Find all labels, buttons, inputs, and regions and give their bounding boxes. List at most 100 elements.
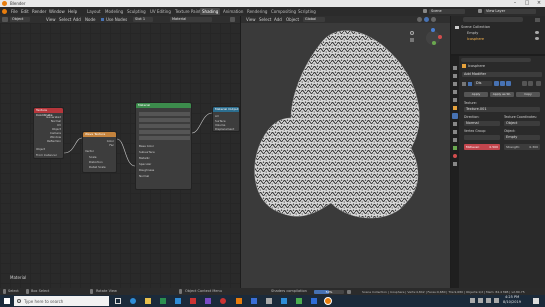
physics-tab-icon[interactable] bbox=[453, 130, 457, 134]
menu-help[interactable]: Help bbox=[68, 9, 77, 14]
constraints-tab-icon[interactable] bbox=[453, 138, 457, 142]
object-field[interactable]: Empty bbox=[504, 135, 540, 140]
modifier-tab-icon[interactable] bbox=[452, 113, 458, 119]
tab-compositing[interactable]: Compositing bbox=[269, 8, 298, 15]
vertex-group-field[interactable] bbox=[464, 135, 500, 140]
shading-solid-icon[interactable] bbox=[417, 17, 422, 22]
app-icon[interactable] bbox=[266, 298, 272, 304]
data-tab-icon[interactable] bbox=[453, 146, 457, 150]
use-nodes-checkbox[interactable] bbox=[101, 18, 104, 21]
scene-selector[interactable]: Scene bbox=[429, 9, 465, 14]
wave-texture-node[interactable]: Wave Texture Color Fac Vector Scale Dist… bbox=[82, 131, 117, 173]
menu-view[interactable]: View bbox=[246, 17, 256, 22]
node-editor[interactable]: Texture Coordinate Generated Normal UV O… bbox=[0, 23, 240, 288]
task-view-icon[interactable] bbox=[115, 298, 121, 304]
menu-add[interactable]: Add bbox=[73, 17, 81, 22]
slot-dropdown[interactable]: Slot 1 bbox=[133, 17, 153, 22]
menu-select[interactable]: Select bbox=[259, 17, 271, 22]
object-mode-dropdown[interactable]: Object bbox=[10, 17, 30, 22]
app-icon[interactable] bbox=[296, 298, 302, 304]
shading-rendered-icon[interactable] bbox=[431, 17, 436, 22]
tool-tab-icon[interactable] bbox=[453, 66, 457, 70]
render-tab-icon[interactable] bbox=[453, 74, 457, 78]
texture-coords-dropdown[interactable]: Object bbox=[504, 121, 540, 126]
app-icon[interactable] bbox=[236, 298, 242, 304]
outliner-item-icosphere[interactable]: Icosphere bbox=[467, 37, 484, 41]
material-output-node[interactable]: Material Output All Surface Volume Displ… bbox=[212, 106, 240, 132]
menu-object[interactable]: Object bbox=[286, 17, 299, 22]
minimize-icon[interactable]: – bbox=[509, 0, 521, 7]
output-tab-icon[interactable] bbox=[453, 82, 457, 86]
clock-time[interactable]: 4:25 PM bbox=[505, 295, 519, 299]
tab-shading[interactable]: Shading bbox=[200, 8, 221, 15]
world-tab-icon[interactable] bbox=[453, 98, 457, 102]
app-icon[interactable] bbox=[220, 298, 226, 304]
object-tab-icon[interactable] bbox=[453, 106, 457, 110]
cancel-icon[interactable] bbox=[347, 290, 351, 294]
tray-icon[interactable] bbox=[470, 298, 475, 303]
file-explorer-icon[interactable] bbox=[145, 298, 151, 304]
material-node[interactable]: Material Base Color Subsurface Metallic … bbox=[135, 102, 192, 190]
tab-layout[interactable]: Layout bbox=[85, 8, 103, 15]
texture-selector[interactable]: Texture.001 bbox=[464, 107, 540, 112]
store-icon[interactable] bbox=[160, 298, 166, 304]
edge-browser-icon[interactable] bbox=[130, 298, 136, 304]
app-icon[interactable] bbox=[281, 298, 287, 304]
scene-tab-icon[interactable] bbox=[453, 90, 457, 94]
app-icon[interactable] bbox=[251, 298, 257, 304]
3d-viewport[interactable] bbox=[241, 23, 450, 288]
copy-button[interactable]: Copy bbox=[516, 92, 540, 97]
material-tab-icon[interactable] bbox=[453, 154, 457, 158]
visibility-icon[interactable] bbox=[535, 31, 539, 34]
move-up-icon[interactable] bbox=[522, 81, 527, 86]
app-icon[interactable] bbox=[311, 298, 317, 304]
particles-tab-icon[interactable] bbox=[453, 122, 457, 126]
axis-y-icon[interactable] bbox=[432, 41, 436, 45]
remove-modifier-icon[interactable] bbox=[536, 81, 541, 86]
close-icon[interactable]: × bbox=[533, 0, 545, 7]
midlevel-field[interactable]: Midlevel: 0.500 bbox=[464, 144, 500, 150]
tab-rendering[interactable]: Rendering bbox=[245, 8, 269, 15]
menu-file[interactable]: File bbox=[11, 9, 18, 14]
strength-field[interactable]: Strength: 0.300 bbox=[504, 144, 540, 150]
volume-icon[interactable] bbox=[486, 298, 491, 303]
direction-dropdown[interactable]: Normal bbox=[464, 121, 500, 126]
view-layer-selector[interactable]: View Layer bbox=[484, 9, 536, 14]
visibility-icon[interactable] bbox=[535, 37, 539, 40]
tab-scripting[interactable]: Scripting bbox=[296, 8, 318, 15]
editor-type-icon[interactable] bbox=[2, 17, 8, 22]
move-down-icon[interactable] bbox=[528, 81, 533, 86]
expand-icon[interactable] bbox=[462, 82, 466, 86]
tab-sculpting[interactable]: Sculpting bbox=[125, 8, 148, 15]
blender-taskbar-icon[interactable] bbox=[324, 297, 332, 305]
blender-menu-icon[interactable] bbox=[2, 9, 7, 14]
taskbar-search-box[interactable]: Type here to search bbox=[14, 296, 109, 306]
windows-start-icon[interactable] bbox=[4, 298, 10, 304]
tab-uv-editing[interactable]: UV Editing bbox=[148, 8, 173, 15]
node-field-row[interactable] bbox=[139, 118, 190, 122]
menu-select[interactable]: Select bbox=[59, 17, 71, 22]
modifier-name-field[interactable]: Dis bbox=[474, 81, 492, 86]
outliner-item-empty[interactable]: Empty bbox=[467, 31, 478, 35]
node-field-row[interactable] bbox=[139, 112, 190, 116]
apply-button[interactable]: Apply bbox=[464, 92, 488, 97]
app-icon[interactable] bbox=[205, 298, 211, 304]
mail-icon[interactable] bbox=[175, 298, 181, 304]
viewport-toggle-icon[interactable] bbox=[500, 81, 505, 86]
menu-view[interactable]: View bbox=[46, 17, 56, 22]
material-selector[interactable]: Material bbox=[170, 17, 212, 22]
clock-date[interactable]: 8/10/2019 bbox=[503, 300, 521, 304]
menu-add[interactable]: Add bbox=[274, 17, 282, 22]
node-field-row[interactable] bbox=[139, 136, 190, 140]
tab-animation[interactable]: Animation bbox=[221, 8, 245, 15]
axis-z-icon[interactable] bbox=[431, 28, 435, 32]
texture-coordinate-node[interactable]: Texture Coordinate Generated Normal UV O… bbox=[33, 107, 64, 159]
maximize-icon[interactable]: □ bbox=[521, 0, 533, 7]
menu-node[interactable]: Node bbox=[85, 17, 95, 22]
menu-edit[interactable]: Edit bbox=[21, 9, 29, 14]
network-icon[interactable] bbox=[478, 298, 483, 303]
pan-icon[interactable] bbox=[410, 38, 414, 42]
tab-texture-paint[interactable]: Texture Paint bbox=[173, 8, 203, 15]
filter-icon[interactable] bbox=[535, 18, 540, 22]
language-icon[interactable] bbox=[494, 298, 499, 303]
